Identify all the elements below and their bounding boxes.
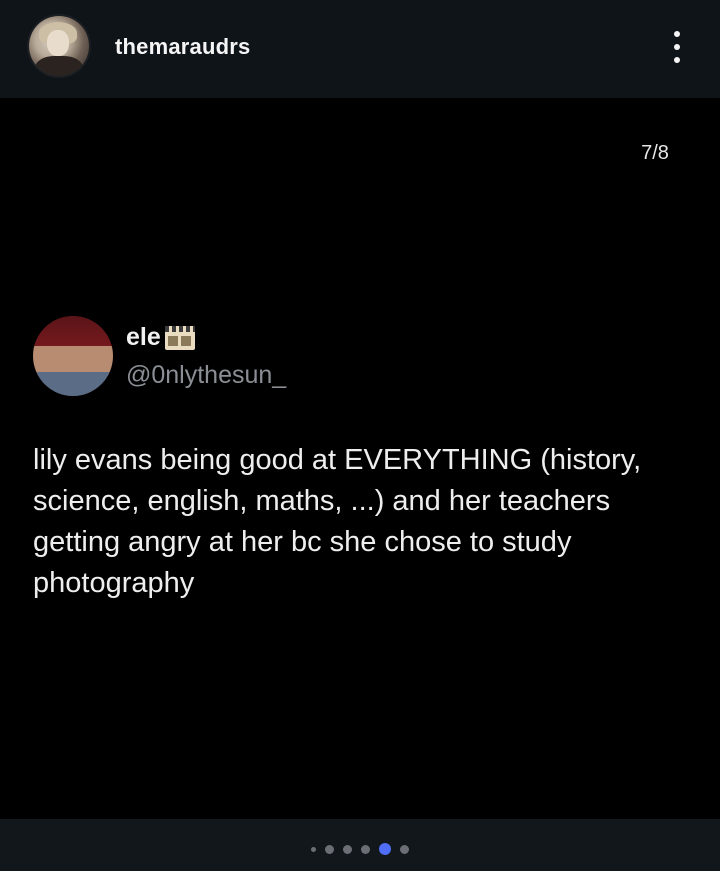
post-header: themaraudrs [0, 0, 720, 98]
more-vertical-icon [674, 31, 680, 37]
tweet-display-name: ele [126, 322, 161, 351]
avatar-jeans [33, 372, 113, 396]
profile-avatar[interactable] [29, 16, 89, 76]
carousel-dot[interactable] [343, 844, 352, 854]
carousel-dot[interactable] [400, 844, 409, 854]
tweet-name-row: ele [126, 322, 197, 352]
tweet-text: lily evans being good at EVERYTHING (his… [33, 444, 642, 599]
film-frame [180, 336, 191, 346]
film-stripe [164, 326, 195, 332]
carousel-dot[interactable] [361, 844, 370, 854]
film-frame [167, 336, 178, 346]
avatar-body [35, 56, 83, 76]
more-vertical-icon-dot [674, 57, 680, 63]
tweet-handle: @0nlythesun_ [126, 361, 287, 389]
carousel-counter: 7/8 [641, 142, 669, 164]
carousel-dots [0, 841, 720, 857]
avatar-face [47, 30, 69, 56]
more-vertical-icon-dot [674, 44, 680, 50]
carousel-dot[interactable] [325, 844, 334, 854]
more-options-button[interactable] [660, 27, 694, 67]
post-username[interactable]: themaraudrs [115, 34, 250, 60]
film-frames-icon [163, 322, 197, 352]
carousel-dot-active[interactable] [379, 843, 391, 855]
carousel-dot[interactable] [311, 846, 316, 852]
tweet-author-avatar [33, 316, 113, 396]
